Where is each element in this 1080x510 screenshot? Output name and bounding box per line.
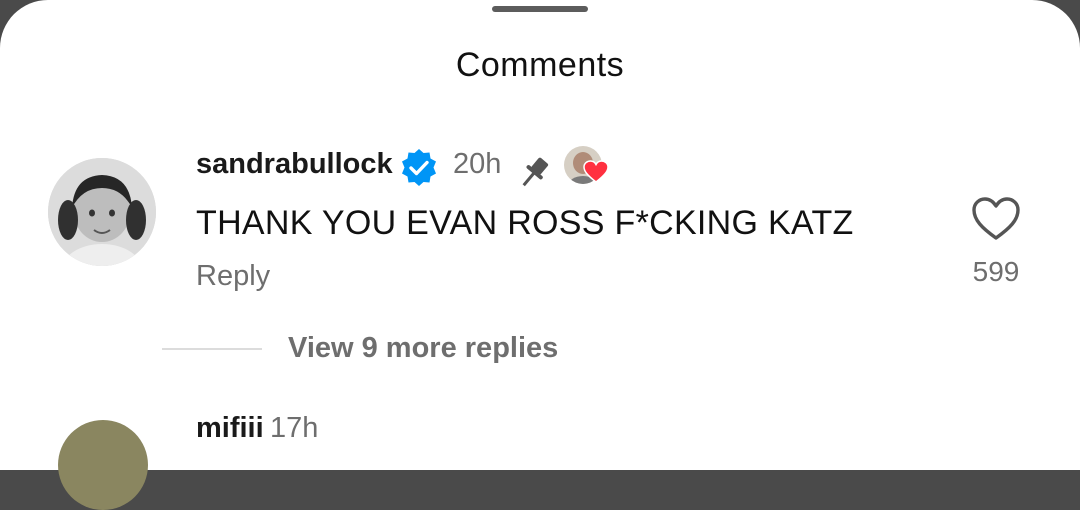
comments-sheet: Comments sandrabullock 20h THANK YOU EVA… bbox=[0, 0, 1080, 510]
reply-button[interactable]: Reply bbox=[196, 260, 270, 293]
comment-username[interactable]: sandrabullock bbox=[196, 148, 393, 181]
comment-text: THANK YOU EVAN ROSS F*CKING KATZ bbox=[196, 204, 854, 242]
verified-badge-icon bbox=[402, 149, 436, 186]
view-more-replies-button[interactable]: View 9 more replies bbox=[288, 332, 558, 365]
avatar-image bbox=[48, 158, 156, 266]
next-comment-username[interactable]: mifiii bbox=[196, 412, 264, 445]
replies-divider bbox=[162, 348, 262, 350]
avatar[interactable] bbox=[48, 158, 156, 266]
next-comment-time: 17h bbox=[270, 412, 319, 444]
sheet-title: Comments bbox=[455, 46, 625, 84]
pin-icon bbox=[522, 157, 549, 187]
heart-outline-icon[interactable] bbox=[970, 196, 1022, 242]
next-comment-avatar[interactable] bbox=[58, 420, 148, 510]
drag-handle[interactable] bbox=[492, 6, 588, 12]
comment-time: 20h bbox=[453, 148, 502, 180]
like-count: 599 bbox=[972, 256, 1020, 287]
creator-like-heart-icon bbox=[583, 160, 609, 183]
